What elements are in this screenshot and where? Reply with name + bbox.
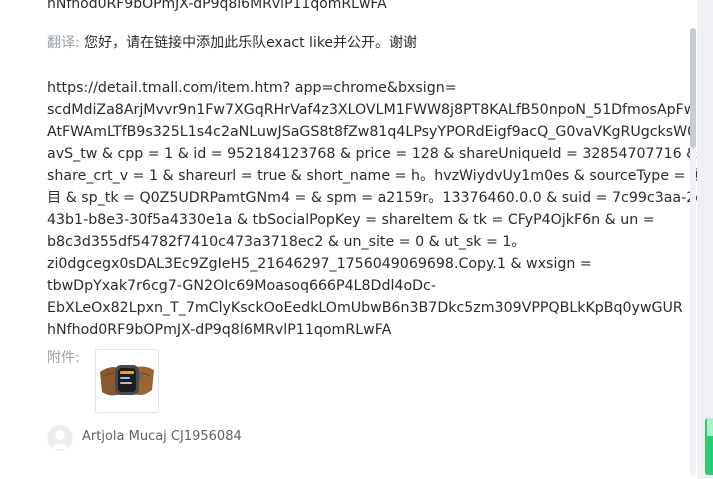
scrollbar-thumb[interactable] — [690, 28, 696, 148]
attachment-label: 附件: — [47, 350, 80, 366]
url-line: b8c3d355df54782f7410c473a3718ec2 & un_si… — [47, 234, 526, 250]
author-name: Artjola Mucaj CJ1956084 — [82, 429, 242, 444]
side-tab-highlight — [707, 418, 713, 436]
right-gutter — [697, 0, 713, 479]
url-line: zi0dgcegx0sDAL3Ec9ZgIeH5_21646297_175604… — [47, 256, 592, 272]
url-line: AtFWAmLTfB9s325L1s4c2aNLuwJSaGS8t8fZw81q… — [47, 124, 697, 140]
url-line: tbwDpYxak7r6cg7-GN2OIc69Moasoq666P4L8Ddl… — [47, 278, 436, 294]
url-line: https://detail.tmall.com/item.htm? app=c… — [47, 80, 457, 96]
url-line: avS_tw & cpp = 1 & id = 952184123768 & p… — [47, 146, 697, 162]
translation-row: 翻译: 您好，请在链接中添加此乐队exact like并公开。谢谢 — [47, 33, 417, 53]
url-line: hNfhod0RF9bOPmJX-dP9q8l6MRvlP11qomRLwFA — [47, 322, 392, 338]
watch-thumbnail-icon — [100, 365, 154, 396]
translation-text: 您好，请在链接中添加此乐队exact like并公开。谢谢 — [84, 35, 418, 51]
url-line: share_crt_v = 1 & shareurl = true & shor… — [47, 168, 697, 184]
author-avatar[interactable] — [47, 425, 73, 451]
message-panel: hNfhod0RF9bOPmJX-dP9q8l6MRvlP11qomRLwFA … — [0, 0, 697, 479]
user-placeholder-icon — [51, 430, 69, 449]
url-line: 43b1-b8e3-30f5a4330e1a & tbSocialPopKey … — [47, 212, 655, 228]
previous-url-tail: hNfhod0RF9bOPmJX-dP9q8l6MRvlP11qomRLwFA — [47, 0, 387, 12]
url-line: scdMdiZa8ArjMvvr9n1Fw7XGqRHrVaf4z3XLOVLM… — [47, 102, 696, 118]
url-line: EbXLeOx82Lpxn_T_7mClyKsckOoEedkLOmUbwB6n… — [47, 300, 683, 316]
translation-label: 翻译: — [47, 35, 80, 51]
attachment-thumbnail[interactable] — [95, 349, 159, 413]
product-link-text[interactable]: https://detail.tmall.com/item.htm? app=c… — [47, 77, 697, 341]
url-line: 目 & sp_tk = Q0Z5UDRPamtGNm4 = & spm = a2… — [47, 190, 697, 206]
